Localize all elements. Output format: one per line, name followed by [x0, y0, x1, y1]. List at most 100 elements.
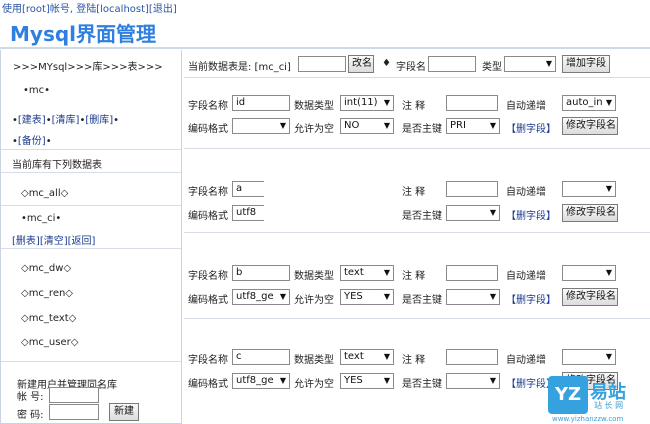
note-label: 注 释 [402, 271, 426, 282]
chevron-down-icon: ▼ [489, 292, 496, 301]
note-input[interactable] [446, 181, 498, 197]
divider [1, 248, 181, 249]
auto-inc-select[interactable]: ▼ [562, 181, 616, 197]
table-item-mc-ci[interactable]: •mc_ci• [21, 213, 201, 224]
primary-key-select[interactable]: PRI ▼ [446, 118, 500, 134]
chevron-down-icon: ▼ [605, 268, 612, 277]
auto-inc-label: 自动递增 [506, 101, 546, 112]
divider [1, 361, 181, 362]
clear-db-link[interactable]: [清库] [52, 115, 80, 126]
encoding-label: 编码格式 [188, 211, 228, 222]
create-user-button[interactable]: 新建 [109, 403, 139, 421]
note-label: 注 释 [402, 187, 426, 198]
auto-inc-select[interactable]: ▼ [562, 265, 616, 281]
note-label: 注 释 [402, 101, 426, 112]
encoding-label: 编码格式 [188, 379, 228, 390]
delete-field-link[interactable]: 【删字段】 [506, 207, 556, 222]
field-name-label: 字段名 [396, 62, 426, 73]
divider [1, 172, 181, 173]
field-name-label: 字段名称 [188, 355, 228, 366]
encoding-select[interactable]: ▼ [232, 118, 290, 134]
allow-null-select[interactable]: NO ▼ [340, 118, 394, 134]
allow-null-select[interactable]: YES ▼ [340, 289, 394, 305]
page-title: Mysql界面管理 [10, 22, 157, 46]
account-label: 帐 号: [17, 392, 44, 403]
delete-field-link[interactable]: 【删字段】 [506, 291, 556, 306]
table-item-mc-user[interactable]: ◇mc_user◇ [21, 337, 201, 348]
table-item-mc-all[interactable]: ◇mc_all◇ [21, 188, 201, 199]
watermark-logo: YZ 易站 站 长 网 www.yizhanzzw.com [548, 376, 650, 424]
chevron-down-icon: ▼ [279, 292, 286, 301]
chevron-down-icon: ▼ [279, 376, 286, 385]
add-field-button[interactable]: 增加字段 [562, 55, 610, 73]
data-type-select[interactable]: text ▼ [340, 349, 394, 365]
chevron-down-icon: ▼ [545, 59, 552, 68]
chevron-down-icon: ▼ [605, 352, 612, 361]
primary-key-select[interactable]: ▼ [446, 289, 500, 305]
table-item-mc-dw[interactable]: ◇mc_dw◇ [21, 263, 201, 274]
account-input[interactable] [49, 387, 99, 403]
drop-table-link[interactable]: [删表] [12, 236, 40, 247]
new-field-name-input[interactable] [428, 56, 476, 72]
modify-field-button[interactable]: 修改字段名 [562, 204, 618, 222]
chevron-down-icon: ▼ [605, 184, 612, 193]
auto-inc-select[interactable]: ▼ [562, 349, 616, 365]
backup-link[interactable]: [备份] [18, 136, 46, 147]
field-name-input[interactable]: c [232, 349, 290, 365]
modify-field-button[interactable]: 修改字段名 [562, 288, 618, 306]
data-type-label: 数据类型 [294, 271, 334, 282]
rename-button[interactable]: 改名 [348, 55, 374, 73]
note-label: 注 释 [402, 355, 426, 366]
back-link[interactable]: [返回] [68, 236, 96, 247]
modify-field-button[interactable]: 修改字段名 [562, 117, 618, 135]
username-link[interactable]: root [26, 4, 46, 15]
encoding-select[interactable]: utf8_ge ▼ [232, 373, 290, 389]
primary-key-label: 是否主键 [402, 124, 442, 135]
db-actions: •[建表]•[清库]•[删库]• [12, 115, 120, 126]
auto-inc-select[interactable]: auto_in ▼ [562, 95, 616, 111]
divider [1, 205, 181, 206]
auto-inc-label: 自动递增 [506, 187, 546, 198]
note-input[interactable] [446, 349, 498, 365]
new-field-type-select[interactable]: ▼ [504, 56, 556, 72]
divider [184, 148, 650, 149]
field-name-input[interactable]: b [232, 265, 290, 281]
drop-db-link[interactable]: [删库] [85, 115, 113, 126]
note-input[interactable] [446, 265, 498, 281]
current-db[interactable]: •mc• [23, 85, 203, 96]
primary-key-label: 是否主键 [402, 295, 442, 306]
watermark-logo-icon: YZ [548, 376, 588, 414]
password-input[interactable] [49, 404, 99, 420]
table-item-mc-text[interactable]: ◇mc_text◇ [21, 313, 201, 324]
logout-link[interactable]: 退出 [153, 4, 173, 15]
sidebar: >>>MYsql>>>库>>>表>>> •mc• •[建表]•[清库]•[删库]… [0, 50, 182, 424]
create-table-link[interactable]: [建表] [18, 115, 46, 126]
current-table-label: 当前数据表是: [mc_ci] [188, 62, 291, 73]
rename-input[interactable] [298, 56, 346, 72]
chevron-down-icon: ▼ [279, 121, 286, 130]
allow-null-select[interactable]: YES ▼ [340, 373, 394, 389]
truncate-table-link[interactable]: [清空] [40, 236, 68, 247]
divider [1, 149, 181, 150]
field-name-label: 字段名称 [188, 271, 228, 282]
divider [184, 77, 650, 78]
redaction-overlay [264, 176, 392, 228]
breadcrumb: >>>MYsql>>>库>>>表>>> [13, 62, 163, 73]
field-name-label: 字段名称 [188, 101, 228, 112]
delete-field-link[interactable]: 【删字段】 [506, 120, 556, 135]
data-type-select[interactable]: int(11) ▼ [340, 95, 394, 111]
primary-key-select[interactable]: ▼ [446, 205, 500, 221]
watermark-url: www.yizhanzzw.com [552, 415, 624, 423]
primary-key-select[interactable]: ▼ [446, 373, 500, 389]
diamond-icon: ♦ [382, 58, 391, 69]
note-input[interactable] [446, 95, 498, 111]
host-link[interactable]: localhost [100, 4, 145, 15]
password-label: 密 码: [17, 410, 44, 421]
field-name-input[interactable]: id [232, 95, 290, 111]
data-type-label: 数据类型 [294, 355, 334, 366]
data-type-select[interactable]: text ▼ [340, 265, 394, 281]
encoding-select[interactable]: utf8_ge ▼ [232, 289, 290, 305]
login-status: 使用[root]帐号, 登陆[localhost][退出] [2, 4, 177, 15]
table-item-mc-ren[interactable]: ◇mc_ren◇ [21, 288, 201, 299]
data-type-label: 数据类型 [294, 101, 334, 112]
